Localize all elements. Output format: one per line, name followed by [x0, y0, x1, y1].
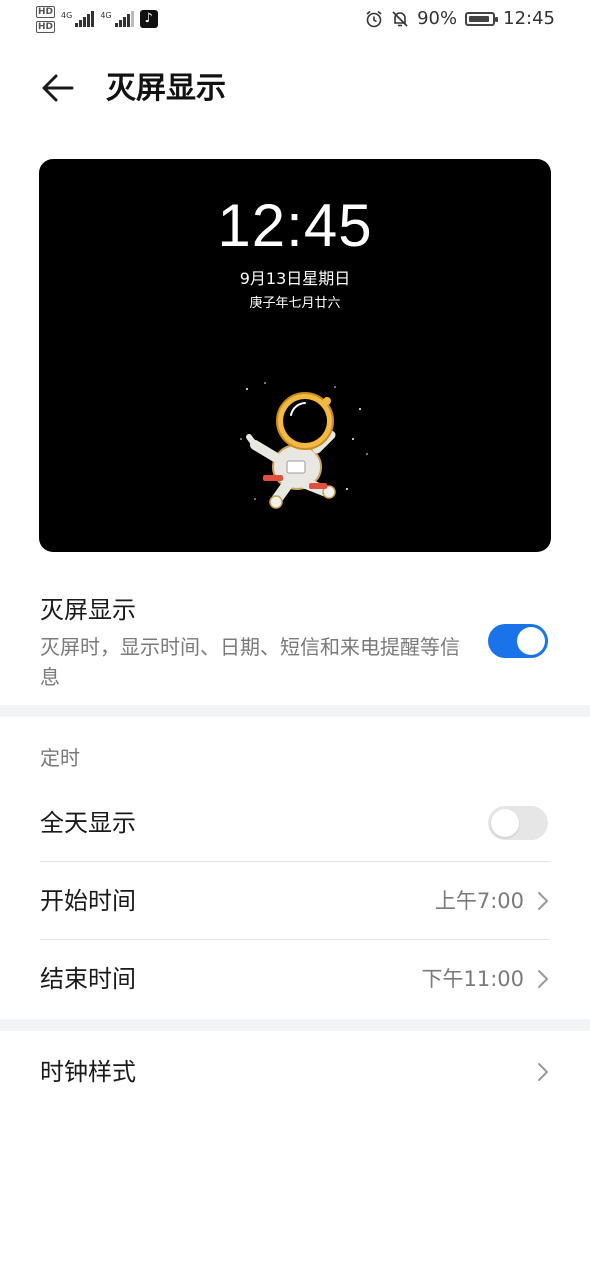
status-right: 90% 12:45 [365, 8, 555, 29]
end-time-row[interactable]: 结束时间 下午11:00 [0, 940, 590, 1018]
aod-preview: 12:45 9月13日星期日 庚子年七月廿六 [39, 159, 551, 552]
astronaut-image [240, 382, 368, 509]
preview-lunar-date: 庚子年七月廿六 [249, 296, 341, 311]
end-time-label: 结束时间 [40, 965, 136, 993]
hd-icons: HD HD [36, 5, 56, 33]
hd-icon: HD [36, 5, 56, 18]
start-time-value: 上午7:00 [434, 889, 524, 913]
signal-icon: 4G [100, 11, 134, 27]
all-day-row[interactable]: 全天显示 [0, 784, 590, 862]
status-left: HD HD 4G 4G ♪ [36, 5, 158, 33]
status-time: 12:45 [503, 8, 555, 29]
start-time-row[interactable]: 开始时间 上午7:00 [0, 862, 590, 940]
status-bar: HD HD 4G 4G ♪ 90% 12:45 [0, 0, 590, 40]
battery-percent: 90% [417, 8, 458, 29]
section-gap [0, 705, 590, 717]
end-time-value: 下午11:00 [421, 967, 524, 991]
battery-icon [465, 11, 499, 26]
aod-toggle[interactable] [488, 624, 548, 658]
aod-title: 灭屏显示 [40, 596, 136, 624]
alarm-icon [366, 10, 382, 27]
back-arrow-icon [42, 74, 74, 102]
toggle-knob [517, 627, 545, 655]
signal-icon: 4G [61, 11, 95, 27]
app-header: 灭屏显示 [0, 52, 590, 128]
chevron-right-icon [538, 1063, 548, 1081]
toggle-knob [491, 809, 519, 837]
tiktok-icon: ♪ [139, 10, 158, 28]
all-day-label: 全天显示 [40, 809, 136, 837]
section-gap [0, 1019, 590, 1031]
chevron-right-icon [538, 892, 548, 910]
page-title: 灭屏显示 [106, 71, 226, 106]
mute-icon [392, 10, 408, 27]
preview-time: 12:45 [217, 192, 373, 259]
clock-style-row[interactable]: 时钟样式 [0, 1033, 590, 1111]
schedule-section-label: 定时 [40, 746, 80, 770]
preview-date: 9月13日星期日 [239, 269, 351, 288]
clock-style-label: 时钟样式 [40, 1058, 136, 1086]
hd-icon: HD [36, 20, 56, 33]
aod-setting-row[interactable]: 灭屏显示 灭屏时，显示时间、日期、短信和来电提醒等信息 [0, 580, 590, 704]
chevron-right-icon [538, 970, 548, 988]
aod-description: 灭屏时，显示时间、日期、短信和来电提醒等信息 [40, 635, 460, 689]
battery-fill [469, 15, 490, 22]
back-button[interactable] [38, 68, 78, 108]
all-day-toggle[interactable] [488, 806, 548, 840]
start-time-label: 开始时间 [40, 887, 136, 915]
